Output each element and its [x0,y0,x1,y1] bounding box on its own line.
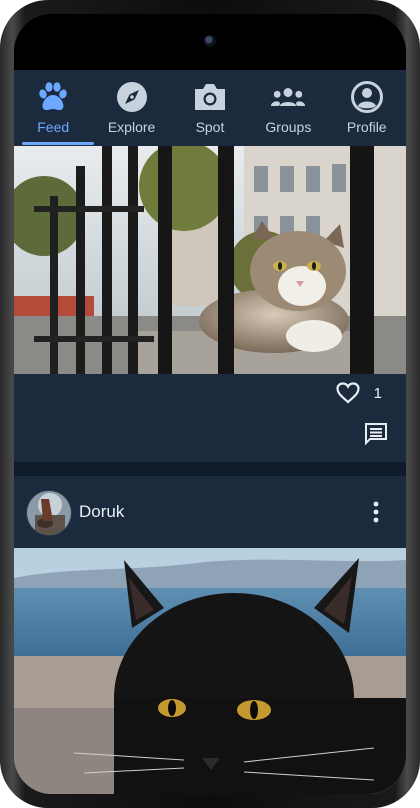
comment-button[interactable] [364,422,388,451]
phone-frame: Feed Explore Spot Groups Profile 1 Doruk [0,0,420,808]
like-count: 1 [373,384,382,402]
author-name[interactable]: Doruk [79,502,124,522]
post-menu-button[interactable] [372,500,380,524]
post-header: Doruk [14,476,406,548]
nav-label-spot: Spot [195,119,225,135]
camera-icon [194,84,225,110]
front-camera [204,35,216,47]
feed-post: 1 [14,146,406,462]
nav-tab-feed[interactable]: Feed [14,70,94,146]
top-nav: Feed Explore Spot Groups Profile [14,70,406,146]
active-tab-indicator [22,142,94,145]
nav-tab-profile[interactable]: Profile [328,70,406,146]
paw-icon [39,82,67,111]
more-vertical-icon [373,501,379,523]
like-row: 1 [336,382,382,404]
nav-label-explore: Explore [107,119,156,135]
post-photo-tabby-cat[interactable] [14,146,406,374]
tabby-cat-photo [14,146,406,374]
comment-icon [365,423,387,446]
cat-avatar-image [27,491,71,535]
compass-icon [116,82,147,112]
heart-icon[interactable] [336,382,360,404]
feed-divider [14,462,406,476]
nav-tab-spot[interactable]: Spot [171,70,249,146]
app-root: Feed Explore Spot Groups Profile 1 Doruk [14,70,406,794]
author-avatar[interactable] [26,490,72,536]
status-area [14,14,406,70]
feed-post: Doruk [14,476,406,794]
nav-tab-groups[interactable]: Groups [249,70,327,146]
post-photo-black-cat[interactable] [14,548,406,794]
nav-label-profile: Profile [346,119,387,135]
nav-label-feed: Feed [37,119,70,135]
group-icon [271,88,306,106]
black-cat-photo [14,548,406,794]
phone-screen: Feed Explore Spot Groups Profile 1 Doruk [14,14,406,794]
nav-label-groups: Groups [265,119,312,135]
nav-tab-explore[interactable]: Explore [92,70,170,146]
person-circle-icon [350,81,383,113]
